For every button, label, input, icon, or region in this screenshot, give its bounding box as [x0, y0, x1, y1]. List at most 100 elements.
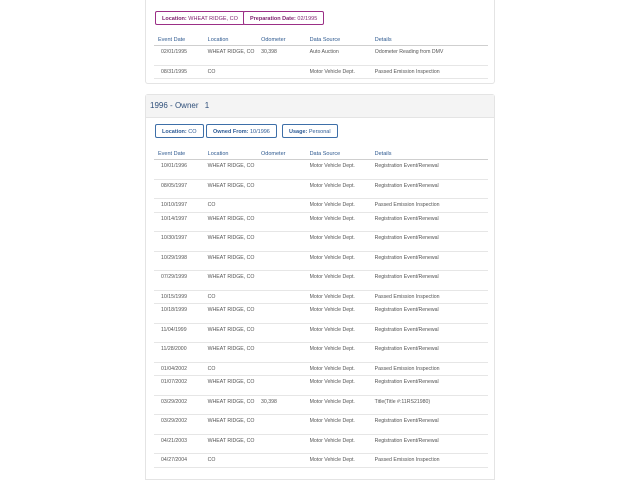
- odometer-cell: [257, 65, 306, 79]
- details-cell: Registration Event/Renewal: [370, 342, 488, 363]
- event-date-cell: 07/29/1999: [154, 270, 204, 291]
- event-date-cell: 10/10/1997: [154, 198, 204, 213]
- event-date-cell: 10/14/1997: [154, 212, 204, 232]
- odometer-cell: [257, 342, 306, 363]
- odometer-cell: [257, 212, 306, 232]
- history-table: Event Date Location Odometer Data Source Det…: [154, 148, 488, 468]
- ownership-card-owner-1: 1996 - Owner 1 Location: CO Owned From: …: [145, 94, 495, 480]
- location-cell: WHEAT RIDGE, CO: [203, 270, 258, 291]
- chip-label: Preparation Date:: [250, 16, 296, 22]
- details-cell: Registration Event/Renewal: [370, 375, 488, 396]
- owner-header[interactable]: 1996 - Owner 1: [146, 95, 494, 118]
- details-cell: Registration Event/Renewal: [370, 270, 488, 291]
- details-cell: Registration Event/Renewal: [370, 212, 488, 232]
- preparation-date-chip: Preparation Date: 02/1995: [243, 11, 325, 25]
- data-source-cell: Motor Vehicle Dept.: [305, 414, 371, 435]
- table-header-row: Event Date Location Odometer Data Source Det…: [154, 34, 488, 46]
- odometer-cell: [257, 198, 306, 213]
- owner-year: 1996: [150, 101, 168, 110]
- event-date-cell: 11/28/2000: [154, 342, 204, 363]
- ownership-card-previous: Location: WHEAT RIDGE, CO Preparation Da…: [145, 0, 495, 84]
- table-row: 11/04/1999 WHEAT RIDGE, CO Motor Vehicle D…: [154, 323, 488, 343]
- details-cell: Registration Event/Renewal: [370, 251, 488, 271]
- data-source-cell: Motor Vehicle Dept.: [305, 270, 371, 291]
- odometer-cell: [257, 375, 306, 396]
- table-row: 07/29/1999 WHEAT RIDGE, CO Motor Vehicle D…: [154, 270, 488, 291]
- odometer-cell: [257, 453, 306, 468]
- location-chip: Location: WHEAT RIDGE, CO: [155, 11, 245, 25]
- odometer-cell: [257, 231, 306, 252]
- event-date-cell: 03/29/2002: [154, 395, 204, 415]
- odometer-cell: 30,398: [257, 45, 306, 66]
- odometer-cell: [257, 290, 306, 304]
- table-row: 03/29/2002 WHEAT RIDGE, CO Motor Vehicle D…: [154, 414, 488, 435]
- details-cell: Registration Event/Renewal: [370, 414, 488, 435]
- details-cell: Odometer Reading from DMV: [370, 45, 488, 66]
- location-cell: WHEAT RIDGE, CO: [203, 179, 258, 199]
- chip-value: WHEAT RIDGE, CO: [188, 16, 238, 22]
- data-source-cell: Auto Auction: [305, 45, 371, 66]
- column-header: Odometer: [257, 148, 306, 160]
- details-cell: Registration Event/Renewal: [370, 323, 488, 343]
- event-date-cell: 10/29/1998: [154, 251, 204, 271]
- table-header-row: Event Date Location Odometer Data Source Det…: [154, 148, 488, 160]
- location-cell: WHEAT RIDGE, CO: [203, 303, 258, 324]
- odometer-cell: [257, 434, 306, 454]
- history-table: Event Date Location Odometer Data Source Det…: [154, 34, 488, 79]
- details-cell: Passed Emission Inspection: [370, 290, 488, 304]
- data-source-cell: Motor Vehicle Dept.: [305, 212, 371, 232]
- event-date-cell: 08/05/1997: [154, 179, 204, 199]
- chip-label: Usage:: [289, 129, 308, 135]
- table-row: 10/01/1996 WHEAT RIDGE, CO Motor Vehicle D…: [154, 159, 488, 180]
- chip-value: 10/1996: [249, 129, 270, 135]
- odometer-cell: 30,398: [257, 395, 306, 415]
- details-cell: Passed Emission Inspection: [370, 65, 488, 79]
- data-source-cell: Motor Vehicle Dept.: [305, 323, 371, 343]
- event-date-cell: 10/15/1999: [154, 290, 204, 304]
- table-row: 10/30/1997 WHEAT RIDGE, CO Motor Vehicle D…: [154, 231, 488, 252]
- chip-value: CO: [188, 129, 197, 135]
- details-cell: Registration Event/Renewal: [370, 303, 488, 324]
- data-source-cell: Motor Vehicle Dept.: [305, 375, 371, 396]
- location-cell: CO: [203, 453, 258, 468]
- location-cell: WHEAT RIDGE, CO: [203, 212, 258, 232]
- details-cell: Passed Emission Inspection: [370, 362, 488, 376]
- owner-dash: -: [170, 101, 173, 110]
- chip-value: 02/1995: [297, 16, 318, 22]
- table-row: 03/29/2002 WHEAT RIDGE, CO 30,398 Motor Veh…: [154, 395, 488, 415]
- chip-row: Location: CO Owned From: 10/1996 Usage: …: [146, 118, 494, 138]
- data-source-cell: Motor Vehicle Dept.: [305, 251, 371, 271]
- data-source-cell: Motor Vehicle Dept.: [305, 362, 371, 376]
- data-source-cell: Motor Vehicle Dept.: [305, 303, 371, 324]
- chip-label: Owned From:: [213, 129, 249, 135]
- location-cell: WHEAT RIDGE, CO: [203, 395, 258, 415]
- location-cell: CO: [203, 362, 258, 376]
- chip-value: Personal: [308, 129, 331, 135]
- event-date-cell: 10/01/1996: [154, 159, 204, 180]
- event-date-cell: 03/29/2002: [154, 414, 204, 435]
- odometer-cell: [257, 303, 306, 324]
- data-source-cell: Motor Vehicle Dept.: [305, 453, 371, 468]
- table-row: 01/07/2002 WHEAT RIDGE, CO Motor Vehicle D…: [154, 375, 488, 396]
- odometer-cell: [257, 362, 306, 376]
- details-cell: Registration Event/Renewal: [370, 159, 488, 180]
- odometer-cell: [257, 251, 306, 271]
- details-cell: Registration Event/Renewal: [370, 179, 488, 199]
- location-cell: WHEAT RIDGE, CO: [203, 231, 258, 252]
- table-row: 02/01/1995 WHEAT RIDGE, CO 30,398 Auto Auct…: [154, 45, 488, 66]
- data-source-cell: Motor Vehicle Dept.: [305, 231, 371, 252]
- odometer-cell: [257, 159, 306, 180]
- details-cell: Title(Title #:11RS21980): [370, 395, 488, 415]
- location-cell: WHEAT RIDGE, CO: [203, 434, 258, 454]
- event-date-cell: 10/30/1997: [154, 231, 204, 252]
- data-source-cell: Motor Vehicle Dept.: [305, 395, 371, 415]
- data-source-cell: Motor Vehicle Dept.: [305, 159, 371, 180]
- details-cell: Passed Emission Inspection: [370, 453, 488, 468]
- owner-label: Owner: [174, 101, 199, 110]
- column-header: Details: [370, 148, 488, 160]
- table-row: 10/15/1999 CO Motor Vehicle Dept. Passed Em…: [154, 290, 488, 304]
- table-row: 11/28/2000 WHEAT RIDGE, CO Motor Vehicle D…: [154, 342, 488, 363]
- event-date-cell: 04/21/2003: [154, 434, 204, 454]
- column-header: Location: [203, 34, 258, 46]
- table-row: 08/05/1997 WHEAT RIDGE, CO Motor Vehicle D…: [154, 179, 488, 199]
